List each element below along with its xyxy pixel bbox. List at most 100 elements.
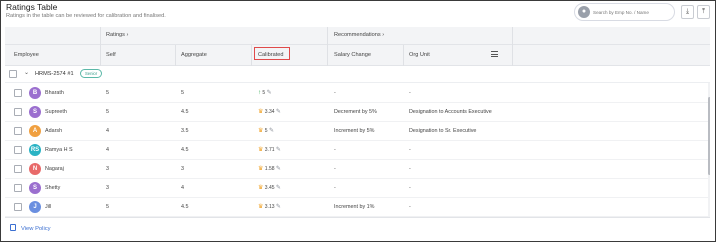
group-header-row: Ratings › Recommendations › — [5, 27, 710, 45]
edit-icon[interactable]: ✎ — [276, 147, 281, 153]
search-box[interactable]: ● — [574, 3, 675, 21]
row-checkbox[interactable] — [14, 146, 22, 154]
edit-icon[interactable]: ✎ — [276, 166, 281, 172]
avatar: S — [29, 106, 41, 118]
org-unit: - — [409, 147, 411, 153]
download-button[interactable]: ⤓ — [681, 5, 694, 19]
employee-name[interactable]: Shetty — [45, 185, 60, 191]
chevron-down-icon[interactable]: ⌄ — [24, 69, 29, 76]
aggregate-rating: 3 — [181, 166, 184, 172]
salary-change: Decrement by 5% — [334, 109, 377, 115]
row-checkbox[interactable] — [14, 203, 22, 211]
group-header-ratings[interactable]: Ratings › — [106, 32, 128, 38]
employee-name[interactable]: Supreeth — [45, 109, 67, 115]
ratings-table: Ratings › Recommendations › Employee Sel… — [5, 27, 710, 217]
salary-change: Increment by 1% — [334, 204, 375, 210]
employee-name[interactable]: Nagaraj — [45, 166, 64, 172]
ratings-table-panel: Ratings Table Ratings in the table can b… — [0, 0, 716, 242]
column-divider — [327, 45, 328, 66]
salary-change: - — [334, 185, 336, 191]
avatar: B — [29, 87, 41, 99]
footer-divider — [5, 217, 710, 218]
page-subtitle: Ratings in the table can be reviewed for… — [6, 13, 166, 19]
aggregate-rating: 4.5 — [181, 204, 189, 210]
table-row[interactable]: RS Ramya H S 4 4.5 ♛ 3.71 ✎ - - — [5, 141, 710, 160]
org-unit: - — [409, 185, 411, 191]
employee-name[interactable]: Jill — [45, 204, 51, 210]
upload-button[interactable]: ⤒ — [697, 5, 710, 19]
row-checkbox[interactable] — [14, 89, 22, 97]
view-policy-label: View Policy — [21, 226, 51, 232]
aggregate-rating: 3.5 — [181, 128, 189, 134]
avatar: A — [29, 125, 41, 137]
row-checkbox[interactable] — [14, 165, 22, 173]
table-row[interactable]: S Shetty 3 4 ♛ 3.45 ✎ - - — [5, 179, 710, 198]
flag-icon: ♛ — [258, 204, 264, 210]
self-rating: 4 — [106, 147, 109, 153]
edit-icon[interactable]: ✎ — [276, 109, 281, 115]
column-menu-icon[interactable] — [491, 51, 498, 57]
col-employee[interactable]: Employee — [14, 52, 39, 58]
calibrated-rating: 3.45 — [264, 185, 275, 191]
edit-icon[interactable]: ✎ — [269, 128, 274, 134]
scrollbar-thumb[interactable] — [708, 97, 710, 175]
calibrated-cell: ♛ 5 ✎ — [258, 127, 274, 134]
edit-icon[interactable]: ✎ — [276, 185, 281, 191]
calibrated-rating: 3.13 — [264, 204, 275, 210]
table-row[interactable]: S Supreeth 5 4.5 ♛ 3.34 ✎ Decrement by 5% Desi… — [5, 103, 710, 122]
search-input[interactable] — [593, 7, 673, 17]
aggregate-rating: 4.5 — [181, 147, 189, 153]
edit-icon[interactable]: ✎ — [267, 90, 272, 96]
org-unit: Designation to Sr. Executive — [409, 128, 477, 134]
self-rating: 5 — [106, 204, 109, 210]
calibrated-rating: 1.58 — [264, 166, 275, 172]
table-row[interactable]: J Jill 5 4.5 ♛ 3.13 ✎ Increment by 1% - — [5, 198, 710, 217]
row-checkbox[interactable] — [14, 127, 22, 135]
calibrated-cell: ♛ 3.13 ✎ — [258, 203, 281, 210]
row-checkbox[interactable] — [14, 108, 22, 116]
self-rating: 3 — [106, 185, 109, 191]
employee-name[interactable]: Adarsh — [45, 128, 62, 134]
row-checkbox[interactable] — [14, 184, 22, 192]
col-calibrated[interactable]: Calibrated — [258, 52, 284, 58]
col-salary-change[interactable]: Salary Change — [334, 52, 371, 58]
column-divider — [100, 45, 101, 66]
salary-change: - — [334, 166, 336, 172]
avatar: S — [29, 182, 41, 194]
calibrated-cell: ♛ 3.45 ✎ — [258, 184, 281, 191]
arrow-up-icon: ↑ — [258, 90, 261, 96]
calibrated-cell: ♛ 1.58 ✎ — [258, 165, 281, 172]
calibrated-rating: 5 — [264, 128, 268, 134]
column-divider — [175, 45, 176, 66]
org-unit: Designation to Accounts Executive — [409, 109, 492, 115]
col-aggregate[interactable]: Aggregate — [181, 52, 207, 58]
col-self[interactable]: Self — [106, 52, 116, 58]
table-row[interactable]: N Nagaraj 3 3 ♛ 1.58 ✎ - - — [5, 160, 710, 179]
download-icon: ⤓ — [685, 8, 690, 15]
table-row[interactable]: A Adarsh 4 3.5 ♛ 5 ✎ Increment by 5% Designati… — [5, 122, 710, 141]
group-row: ⌄ HRMS-2574 #1 Senior — [5, 66, 710, 83]
user-icon: ● — [578, 6, 590, 18]
column-header-row: Employee Self Aggregate Calibrated Salar… — [5, 45, 710, 66]
flag-icon: ♛ — [258, 147, 264, 153]
group-checkbox[interactable] — [9, 70, 17, 78]
edit-icon[interactable]: ✎ — [276, 204, 281, 210]
page-title: Ratings Table — [6, 2, 58, 12]
salary-change: - — [334, 90, 336, 96]
employee-name[interactable]: Ramya H S — [45, 147, 73, 153]
salary-change: Increment by 5% — [334, 128, 375, 134]
calibrated-rating: 5 — [262, 90, 266, 96]
view-policy-link[interactable]: View Policy — [10, 224, 51, 232]
self-rating: 4 — [106, 128, 109, 134]
employee-name[interactable]: Bharath — [45, 90, 64, 96]
col-org-unit[interactable]: Org Unit — [409, 52, 430, 58]
avatar: RS — [29, 144, 41, 156]
org-unit: - — [409, 166, 411, 172]
avatar: N — [29, 163, 41, 175]
flag-icon: ♛ — [258, 128, 264, 134]
calibrated-rating: 3.34 — [264, 109, 275, 115]
group-header-recommendations[interactable]: Recommendations › — [334, 32, 384, 38]
table-row[interactable]: B Bharath 5 5 ↑ 5 ✎ - - — [5, 84, 710, 103]
flag-icon: ♛ — [258, 185, 264, 191]
salary-change: - — [334, 147, 336, 153]
